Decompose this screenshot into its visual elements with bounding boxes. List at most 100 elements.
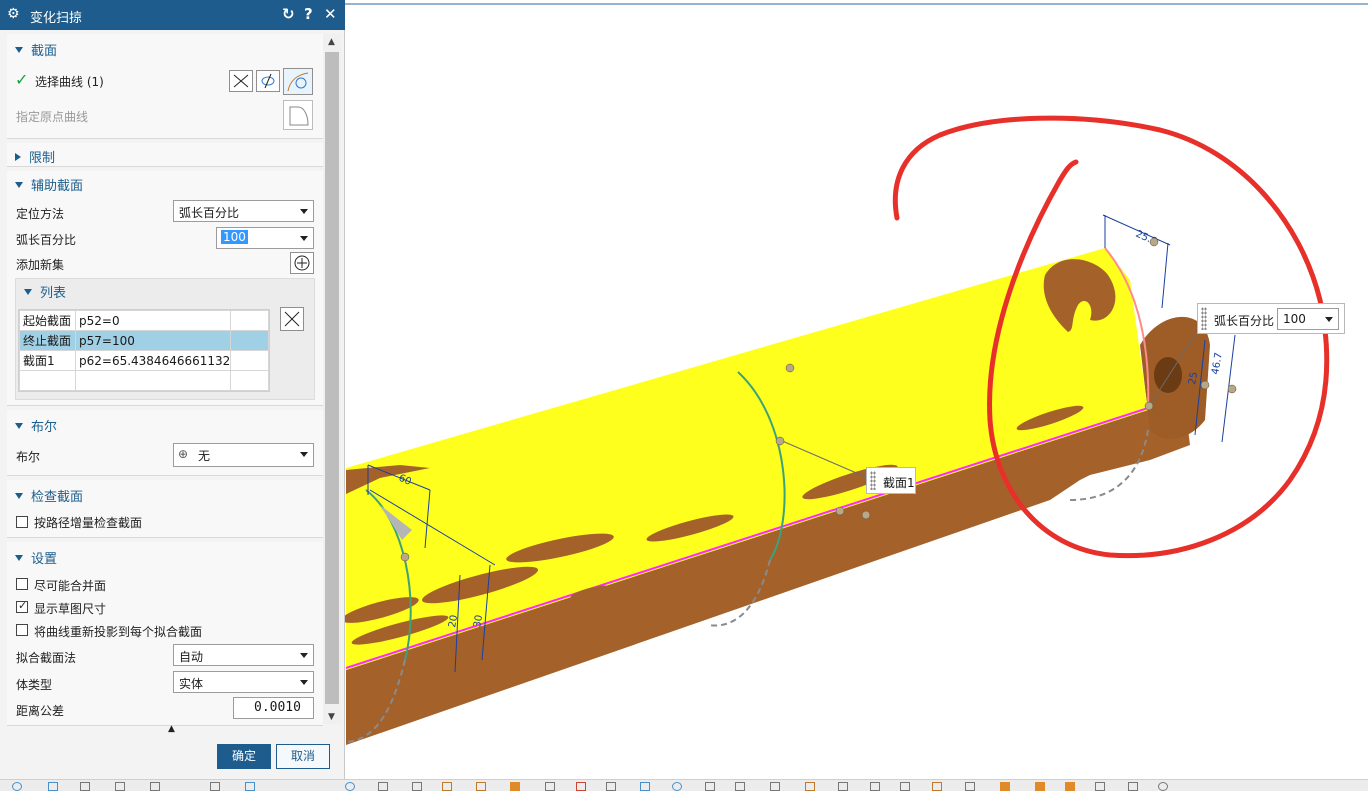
fit-method-select[interactable]: 自动 (173, 644, 314, 666)
collapse-icon (24, 289, 32, 295)
aux-section-header[interactable]: 辅助截面 (15, 175, 83, 194)
arc-percent-floating-input[interactable]: 100 (1277, 308, 1339, 330)
section-tag-label[interactable]: 截面1 (866, 467, 916, 494)
tool-icon[interactable] (345, 782, 355, 791)
section-list: 起始截面 p52=0 终止截面 p57=100 截面1 p62=65.43846… (18, 309, 270, 392)
reset-icon[interactable]: ↻ (282, 5, 295, 23)
dialog-titlebar[interactable]: ⚙ 变化扫掠 ↻ ? ✕ (0, 0, 345, 30)
variational-sweep-dialog: ⚙ 变化扫掠 ↻ ? ✕ ▲ ▼ 截面 ✓ 选择曲线 (1) 指定原点曲线 限制… (0, 0, 345, 779)
tool-icon[interactable] (476, 782, 486, 791)
tool-icon[interactable] (1128, 782, 1138, 791)
tool-icon[interactable] (1158, 782, 1168, 791)
drag-grip-icon[interactable] (870, 471, 876, 490)
boolean-select[interactable]: ⊕ 无 (173, 443, 314, 467)
add-set-label: 添加新集 (16, 258, 65, 272)
tool-icon[interactable] (965, 782, 975, 791)
tool-icon[interactable] (1065, 782, 1075, 791)
curve-rule-icon[interactable] (229, 70, 253, 92)
tool-icon[interactable] (932, 782, 942, 791)
table-row[interactable]: 截面1 p62=65.4384646661132 (19, 350, 269, 371)
chevron-down-icon (300, 680, 308, 685)
ok-button[interactable]: 确定 (217, 744, 271, 769)
settings-header[interactable]: 设置 (15, 548, 57, 567)
more-options-icon[interactable]: ▲ (168, 724, 175, 734)
tool-icon[interactable] (12, 782, 22, 791)
collapse-icon (15, 423, 23, 429)
cancel-button[interactable]: 取消 (276, 744, 330, 769)
tool-icon[interactable] (115, 782, 125, 791)
tool-icon[interactable] (770, 782, 780, 791)
fit-method-label: 拟合截面法 (16, 651, 77, 665)
tool-icon[interactable] (838, 782, 848, 791)
tool-icon[interactable] (442, 782, 452, 791)
scroll-down-icon[interactable]: ▼ (328, 712, 335, 722)
tool-icon[interactable] (640, 782, 650, 791)
tool-icon[interactable] (735, 782, 745, 791)
delete-section-button[interactable] (280, 307, 304, 331)
section-group: 截面 ✓ 选择曲线 (1) 指定原点曲线 (7, 34, 323, 139)
tool-icon[interactable] (576, 782, 586, 791)
help-icon[interactable]: ? (304, 5, 313, 23)
merge-faces-checkbox[interactable] (16, 578, 28, 590)
tool-icon[interactable] (80, 782, 90, 791)
boolean-header[interactable]: 布尔 (15, 416, 57, 435)
section-table: 起始截面 p52=0 终止截面 p57=100 截面1 p62=65.43846… (19, 310, 269, 391)
reproject-label: 将曲线重新投影到每个拟合截面 (34, 625, 203, 639)
drag-grip-icon[interactable] (1201, 307, 1207, 330)
origin-curve-icon[interactable] (283, 100, 313, 130)
check-section-group: 检查截面 按路径增量检查截面 (7, 480, 323, 538)
tool-icon[interactable] (1095, 782, 1105, 791)
chevron-down-icon (300, 653, 308, 658)
tool-icon[interactable] (545, 782, 555, 791)
check-section-header[interactable]: 检查截面 (15, 486, 83, 505)
tool-icon[interactable] (48, 782, 58, 791)
dialog-scrollbar[interactable]: ▲ ▼ (323, 34, 341, 724)
table-row[interactable]: 终止截面 p57=100 (19, 330, 269, 351)
table-row[interactable] (19, 370, 269, 391)
svg-text:46.7: 46.7 (1210, 352, 1225, 376)
tool-icon[interactable] (510, 782, 520, 791)
chevron-down-icon (300, 452, 308, 457)
body-type-select[interactable]: 实体 (173, 671, 314, 693)
tool-icon[interactable] (412, 782, 422, 791)
tool-icon[interactable] (672, 782, 682, 791)
limit-header[interactable]: 限制 (15, 147, 55, 166)
tool-icon[interactable] (705, 782, 715, 791)
section-header[interactable]: 截面 (15, 40, 57, 59)
scroll-up-icon[interactable]: ▲ (328, 37, 335, 47)
tool-icon[interactable] (245, 782, 255, 791)
locate-method-select[interactable]: 弧长百分比 (173, 200, 314, 222)
reproject-checkbox[interactable] (16, 624, 28, 636)
arc-percent-input[interactable]: 100 (216, 227, 314, 249)
close-icon[interactable]: ✕ (324, 5, 337, 23)
check-by-path-checkbox[interactable] (16, 516, 28, 528)
arc-percent-label: 弧长百分比 (16, 233, 77, 247)
tool-icon[interactable] (1035, 782, 1045, 791)
arc-percent-floating[interactable]: 弧长百分比 100 (1197, 303, 1345, 334)
gear-icon[interactable]: ⚙ (7, 6, 20, 22)
show-sketch-dims-checkbox[interactable] (16, 599, 28, 613)
collapse-icon (15, 47, 23, 53)
tool-icon[interactable] (378, 782, 388, 791)
sketch-section-icon[interactable] (283, 68, 313, 95)
select-curve-label[interactable]: 选择曲线 (1) (35, 73, 104, 90)
tool-icon[interactable] (150, 782, 160, 791)
tool-icon[interactable] (1000, 782, 1010, 791)
add-set-button[interactable] (290, 252, 314, 274)
list-header[interactable]: 列表 (24, 282, 66, 301)
boolean-group: 布尔 布尔 ⊕ 无 (7, 410, 323, 476)
boolean-label: 布尔 (16, 450, 41, 464)
dialog-title: 变化扫掠 (30, 11, 83, 26)
limit-group: 限制 (7, 143, 323, 167)
tool-icon[interactable] (805, 782, 815, 791)
origin-curve-label: 指定原点曲线 (16, 110, 89, 124)
tolerance-input[interactable]: 0.0010 (233, 697, 314, 719)
tool-icon[interactable] (900, 782, 910, 791)
checkmark-icon: ✓ (15, 70, 29, 89)
scrollbar-thumb[interactable] (325, 52, 339, 704)
reverse-direction-icon[interactable] (256, 70, 280, 92)
tool-icon[interactable] (210, 782, 220, 791)
tool-icon[interactable] (606, 782, 616, 791)
tool-icon[interactable] (870, 782, 880, 791)
table-row[interactable]: 起始截面 p52=0 (19, 310, 269, 331)
